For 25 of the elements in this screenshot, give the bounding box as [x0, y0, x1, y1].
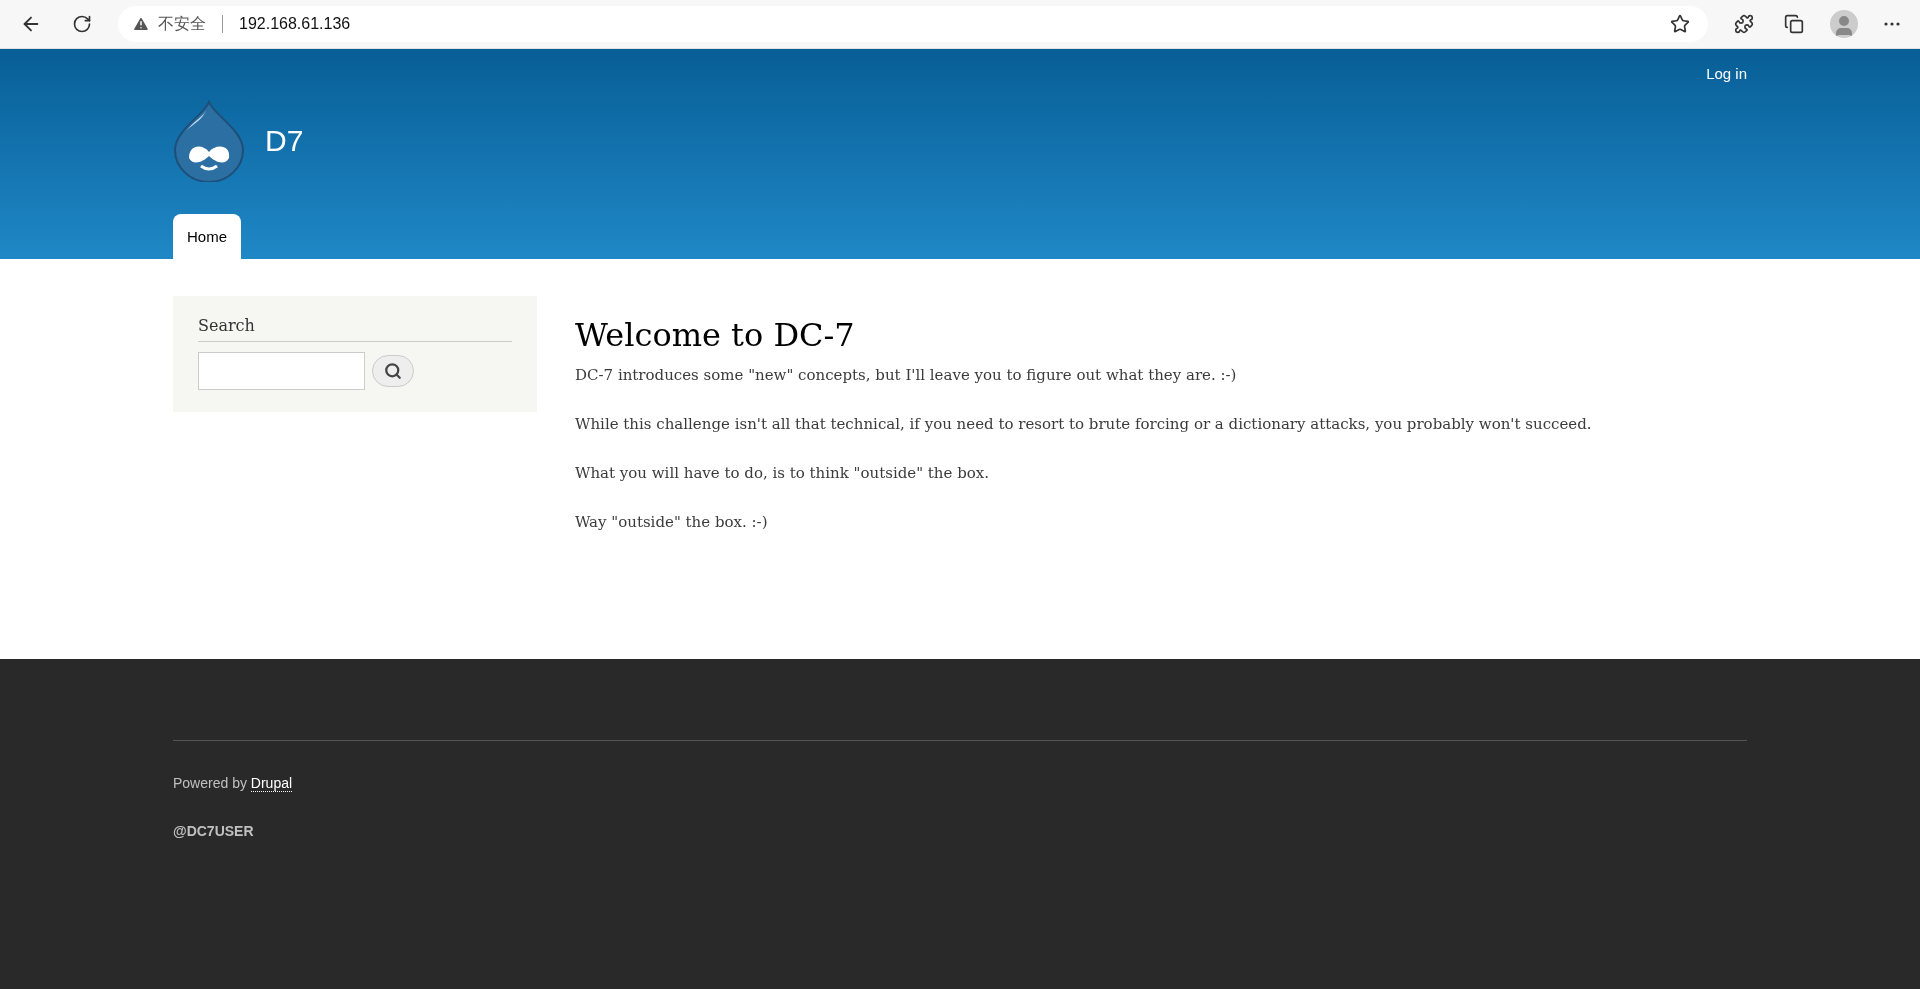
body-paragraph: While this challenge isn't all that technical, if you need to resort to brute forcing or a dictionary attacks, you probably won't succeed. [575, 415, 1592, 433]
profile-avatar[interactable] [1830, 10, 1858, 38]
drupal-link[interactable]: Drupal [250, 775, 293, 792]
url-text: 192.168.61.136 [239, 15, 351, 33]
body-paragraph: Way "outside" the box. :-) [575, 513, 769, 531]
star-icon [1670, 14, 1690, 34]
page-title: Welcome to DC-7 [575, 316, 856, 354]
nav-tab[interactable]: Home [173, 214, 241, 259]
body-paragraph: What you will have to do, is to think "outside" the box. [575, 464, 991, 482]
footer-username: @DC7USER [173, 823, 255, 839]
collections-icon [1784, 14, 1804, 34]
address-bar[interactable]: 不安全 192.168.61.136 [118, 6, 1708, 42]
site-name: D7 [265, 124, 304, 158]
search-field[interactable] [198, 352, 365, 390]
footer-credit: Powered by Drupal [173, 775, 294, 791]
search-button[interactable] [372, 355, 414, 387]
body-paragraph: DC-7 introduces some "new" concepts, but I'll leave you to figure out what they are. :-) [575, 366, 1238, 384]
security-label: 不安全 [158, 13, 206, 34]
block-title: Search [198, 316, 512, 342]
reload-icon [72, 14, 92, 34]
puzzle-icon [1734, 14, 1754, 34]
search-icon [384, 362, 402, 380]
menu-icon [1884, 22, 1900, 26]
login-link[interactable]: Log in [1706, 65, 1747, 82]
warning-icon [132, 15, 150, 33]
